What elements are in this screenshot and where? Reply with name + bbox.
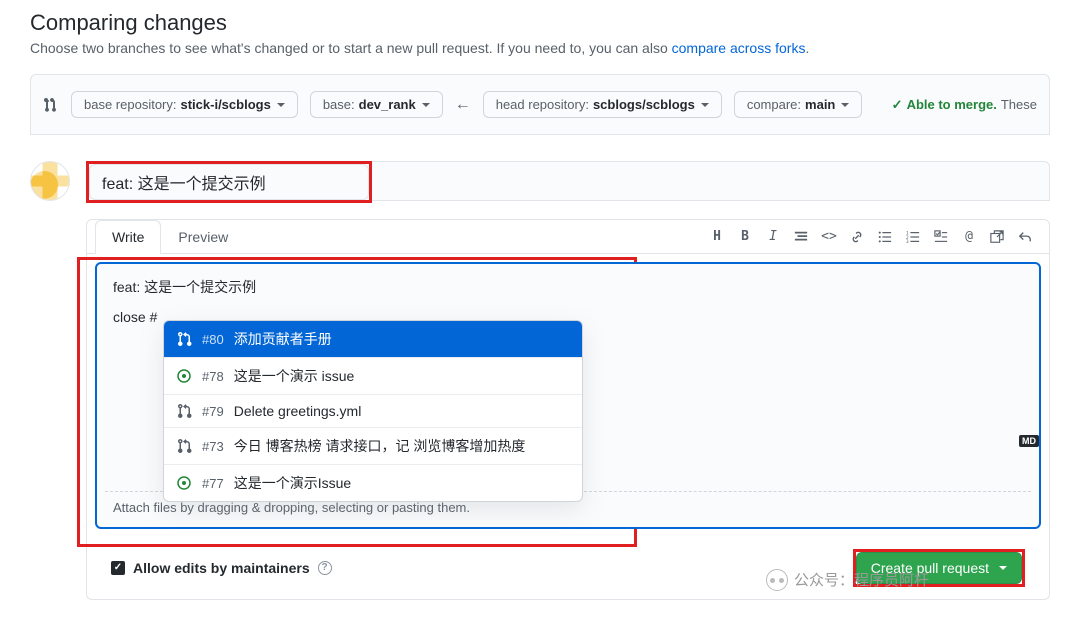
body-line1: feat: 这是一个提交示例 [105,272,1031,302]
compare-value: main [805,97,835,112]
mention-icon[interactable]: @ [961,229,977,245]
tab-write[interactable]: Write [95,220,161,254]
autocomplete-item[interactable]: #73 今日 博客热榜 请求接口，记 浏览博客增加热度 [164,428,582,465]
ac-num: #80 [202,332,224,347]
help-icon[interactable]: ? [318,561,332,575]
tasklist-icon[interactable] [933,229,949,245]
compare-icon [43,97,59,113]
create-pr-button[interactable]: Create pull request [856,552,1022,584]
ul-icon[interactable] [877,229,893,245]
link-icon[interactable] [849,229,865,245]
create-btn-highlight: Create pull request [853,549,1025,587]
ac-title: Delete greetings.yml [234,403,362,419]
checkbox-icon[interactable]: ✓ [111,561,125,575]
ol-icon[interactable]: 123 [905,229,921,245]
ac-num: #78 [202,369,224,384]
autocomplete-item[interactable]: #80 添加贡献者手册 [164,321,582,358]
arrow-left-icon: ← [455,96,471,114]
issue-autocomplete: #80 添加贡献者手册 #78 这是一个演示 issue [163,320,583,502]
svg-text:3: 3 [906,239,909,244]
head-repo-value: scblogs/scblogs [593,97,695,112]
bold-icon[interactable]: B [737,229,753,245]
title-highlight [86,161,372,203]
pr-icon [176,331,192,347]
compare-branch-selector[interactable]: compare: main [734,91,863,118]
base-label: base: [323,97,355,112]
compare-forks-link[interactable]: compare across forks [672,40,806,56]
head-repo-label: head repository: [496,97,589,112]
title-input-extend[interactable] [372,161,1050,201]
quote-icon[interactable] [793,229,809,245]
base-repo-selector[interactable]: base repository: stick-i/scblogs [71,91,298,118]
subtitle-post: . [805,40,809,56]
issue-open-icon [176,475,192,491]
autocomplete-item[interactable]: #77 这是一个演示Issue [164,465,582,501]
chevron-down-icon [841,103,849,107]
create-btn-label: Create pull request [871,560,989,576]
pr-title-input[interactable] [89,164,369,200]
base-value: dev_rank [359,97,416,112]
markdown-badge[interactable]: MD [1019,435,1039,447]
allow-edits-row[interactable]: ✓ Allow edits by maintainers ? [111,560,332,576]
check-icon: ✓ [892,97,903,113]
merge-able-text: Able to merge. [907,97,997,112]
compare-bar: base repository: stick-i/scblogs base: d… [30,74,1050,135]
ac-title: 今日 博客热榜 请求接口，记 浏览博客增加热度 [234,436,526,456]
base-repo-value: stick-i/scblogs [181,97,271,112]
ac-title: 添加贡献者手册 [234,329,332,349]
merge-status: ✓ Able to merge. These [892,97,1037,113]
head-repo-selector[interactable]: head repository: scblogs/scblogs [483,91,722,118]
md-toolbar: H B I <> 123 [709,229,1041,245]
code-icon[interactable]: <> [821,229,837,245]
ac-num: #77 [202,476,224,491]
ac-title: 这是一个演示 issue [234,366,355,386]
autocomplete-item[interactable]: #79 Delete greetings.yml [164,395,582,428]
tabs-row: Write Preview H B I <> [87,220,1049,254]
base-branch-selector[interactable]: base: dev_rank [310,91,443,118]
autocomplete-item[interactable]: #78 这是一个演示 issue [164,358,582,395]
comment-box: Write Preview H B I <> [86,219,1050,600]
base-repo-label: base repository: [84,97,177,112]
pr-icon [176,438,192,454]
italic-icon[interactable]: I [765,229,781,245]
subtitle-text: Choose two branches to see what's change… [30,40,672,56]
page-title: Comparing changes [30,10,1050,36]
allow-edits-label: Allow edits by maintainers [133,560,310,576]
compare-label: compare: [747,97,801,112]
reply-icon[interactable] [1017,229,1033,245]
pr-icon [176,403,192,419]
ac-title: 这是一个演示Issue [234,473,351,493]
chevron-down-icon [999,566,1007,570]
avatar [30,161,70,201]
ac-num: #73 [202,439,224,454]
heading-icon[interactable]: H [709,229,725,245]
chevron-down-icon [701,103,709,107]
issue-open-icon [176,368,192,384]
tab-preview[interactable]: Preview [161,220,245,254]
pr-body-textarea[interactable]: feat: 这是一个提交示例 close # #80 添加贡献者手册 [95,262,1041,529]
merge-rest-text: These [1001,97,1037,112]
chevron-down-icon [422,103,430,107]
page-subtitle: Choose two branches to see what's change… [30,40,1050,56]
chevron-down-icon [277,103,285,107]
crossref-icon[interactable] [989,229,1005,245]
ac-num: #79 [202,404,224,419]
wechat-icon [766,569,788,591]
